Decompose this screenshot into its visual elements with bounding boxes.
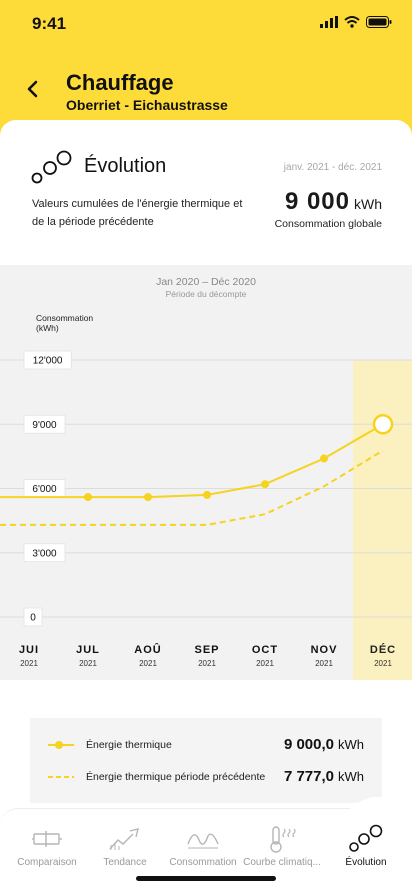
x-tick-label: JUI — [19, 644, 39, 656]
battery-icon — [32, 831, 62, 847]
legend-solid-swatch — [48, 739, 74, 751]
y-tick-label: 3'000 — [32, 548, 57, 559]
evolution-title: Évolution — [84, 155, 167, 177]
total-unit: kWh — [354, 196, 382, 212]
y-tick-label: 9'000 — [32, 420, 57, 431]
x-tick-label: DÉC — [370, 643, 396, 656]
legend-dashed-swatch — [48, 771, 74, 783]
x-tick-label: OCT — [252, 644, 278, 656]
nav-item-tendance[interactable]: Tendance — [84, 809, 166, 879]
x-tick-label: AOÛ — [134, 643, 161, 656]
legend-value: 9 000,0 kWh — [284, 736, 364, 753]
nav-item-comparaison[interactable]: Comparaison — [6, 809, 88, 879]
chart-period-subtitle: Période du décompte — [166, 289, 247, 299]
nav-item-evolution[interactable]: Évolution — [325, 809, 407, 879]
x-tick-label: JUL — [76, 644, 100, 656]
legend-item-previous: Énergie thermique période précédente 7 7… — [48, 768, 364, 785]
wave-icon — [187, 833, 219, 849]
x-tick-year: 2021 — [79, 659, 97, 668]
nav-item-consommation[interactable]: Consommation — [162, 809, 244, 879]
evolution-period: janv. 2021 - déc. 2021 — [283, 162, 382, 173]
x-tick-year: 2021 — [256, 659, 274, 668]
page-subtitle: Oberriet - Eichaustrasse — [66, 97, 228, 113]
chart-period: Jan 2020 – Déc 2020 — [156, 276, 256, 288]
trend-icon — [109, 828, 139, 850]
nav-label: Tendance — [103, 857, 147, 868]
total-label: Consommation globale — [274, 218, 382, 230]
y-axis-label: Consommation(kWh) — [36, 313, 93, 333]
header-bar: 9:41 Chauffage Oberriet - Eichaustrasse — [0, 0, 412, 140]
legend-value-number: 9 000,0 — [283, 736, 334, 753]
nav-label: Évolution — [345, 857, 387, 868]
legend-name: Énergie thermique — [86, 738, 172, 751]
legend-value-unit: kWh — [338, 737, 364, 752]
legend-value-number: 7 777,0 — [283, 768, 334, 785]
nav-item-courbe-climatique[interactable]: Courbe climatiq... — [241, 809, 323, 879]
legend-card: Énergie thermique 9 000,0 kWh Énergie the… — [30, 718, 382, 803]
data-point-selected — [372, 414, 394, 435]
nav-label: Consommation — [169, 857, 237, 868]
y-tick-label: 0 — [30, 613, 36, 624]
x-tick-year: 2021 — [20, 659, 38, 668]
x-tick-year: 2021 — [139, 659, 157, 668]
thermometer-icon — [270, 826, 296, 853]
evolution-chart: Jan 2020 – Déc 2020 Période du décompte … — [0, 276, 412, 680]
data-point — [203, 490, 211, 499]
y-tick-label: 6'000 — [32, 484, 57, 495]
total-value: 9 000 — [284, 188, 350, 215]
status-icons — [320, 16, 392, 28]
nav-label: Comparaison — [17, 857, 77, 868]
data-point — [84, 493, 92, 502]
data-point — [261, 480, 269, 489]
status-time: 9:41 — [32, 14, 67, 33]
nav-label: Courbe climatiq... — [243, 857, 321, 868]
y-axis-title-line: (kWh) — [36, 323, 59, 333]
x-tick-label: SEP — [194, 644, 219, 656]
x-tick-year: 2021 — [198, 659, 216, 668]
x-tick-label: NOV — [311, 644, 338, 656]
x-tick-year: 2021 — [315, 659, 333, 668]
page-title: Chauffage — [66, 70, 174, 95]
legend-value: 7 777,0 kWh — [284, 768, 364, 785]
home-indicator — [136, 876, 276, 881]
x-tick-year: 2021 — [374, 659, 392, 668]
wifi-icon — [344, 16, 360, 28]
chart-area: Jan 2020 – Déc 2020 Période du décompte … — [0, 265, 412, 680]
evolution-description: Valeurs cumulées de l'énergie thermique … — [32, 198, 243, 228]
battery-status-icon — [366, 16, 392, 28]
highlight-column — [353, 360, 412, 680]
legend-name: Énergie thermique période précédente — [86, 770, 266, 783]
legend-value-unit: kWh — [338, 769, 364, 784]
legend-item-current: Énergie thermique 9 000,0 kWh — [48, 736, 364, 753]
bubbles-icon — [349, 824, 383, 852]
signal-icon — [320, 16, 338, 28]
back-button[interactable] — [22, 78, 42, 100]
chevron-left-icon — [27, 80, 38, 98]
y-axis-title-line: Consommation — [36, 313, 93, 323]
bubbles-icon — [31, 150, 72, 184]
data-point — [320, 454, 328, 463]
data-point — [144, 493, 152, 502]
y-tick-label: 12'000 — [33, 356, 63, 367]
total-consumption: 9 000 kWh Consommation globale — [275, 188, 382, 230]
